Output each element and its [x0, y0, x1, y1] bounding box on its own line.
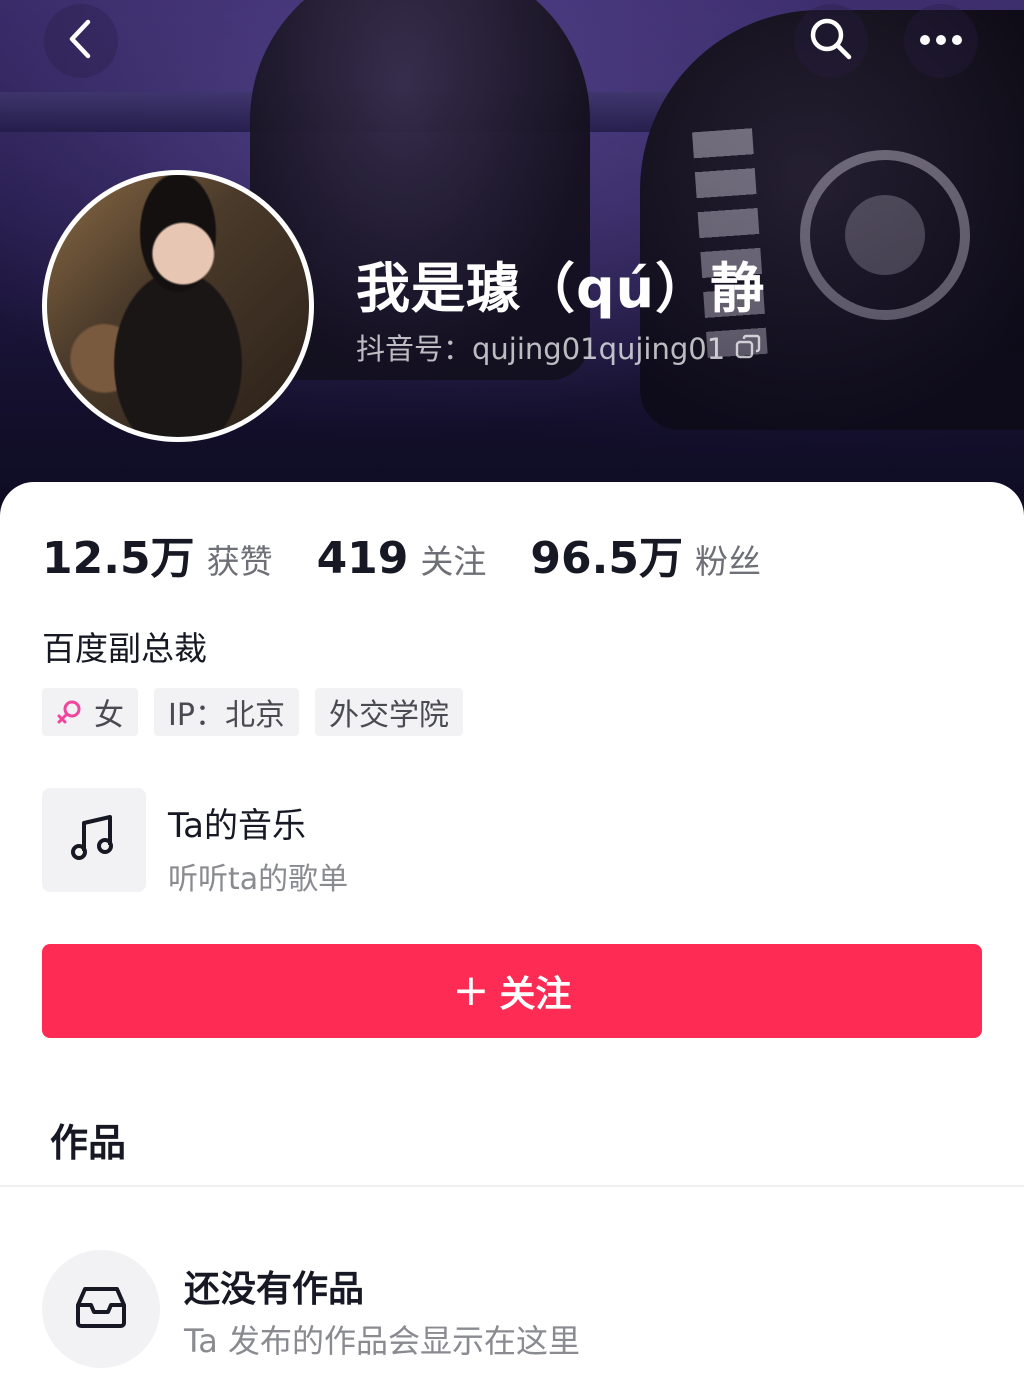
tag-school[interactable]: 外交学院: [314, 688, 463, 736]
follow-button[interactable]: + 关注: [42, 944, 982, 1038]
empty-state-icon-wrap: [42, 1250, 160, 1368]
empty-state-title: 还没有作品: [184, 1269, 365, 1310]
plus-icon: +: [452, 965, 490, 1016]
tag-gender: 女: [42, 688, 138, 736]
stat-likes[interactable]: 12.5万 获赞: [42, 522, 273, 586]
stat-label: 粉丝: [694, 542, 761, 581]
inbox-tray-icon: [72, 1285, 130, 1333]
divider: [0, 1185, 1024, 1187]
music-entry[interactable]: Ta的音乐 听听ta的歌单: [42, 788, 742, 897]
music-subtitle: 听听ta的歌单: [168, 862, 349, 897]
douyin-id-text: 抖音号：qujing01qujing01: [356, 332, 726, 366]
tag-gender-label: 女: [94, 698, 124, 733]
stat-label: 获赞: [206, 542, 273, 581]
douyin-id[interactable]: 抖音号：qujing01qujing01: [356, 326, 761, 368]
music-title: Ta的音乐: [168, 806, 306, 846]
profile-sheet: 12.5万 获赞 419 关注 96.5万 粉丝 百度副总裁 女 IP：北京 外…: [0, 482, 1024, 1375]
profile-bio: 百度副总裁: [42, 629, 207, 668]
more-button[interactable]: [904, 4, 978, 78]
search-button[interactable]: [794, 4, 868, 78]
stat-following[interactable]: 419 关注: [317, 533, 487, 584]
stats-row: 12.5万 获赞 419 关注 96.5万 粉丝: [42, 522, 805, 586]
follow-button-label: 关注: [499, 974, 572, 1015]
search-icon: [808, 16, 854, 66]
copy-icon[interactable]: [735, 334, 761, 360]
stat-value: 419: [316, 533, 409, 584]
avatar[interactable]: [42, 170, 314, 442]
music-note-icon: [70, 813, 118, 867]
back-button[interactable]: [44, 4, 118, 78]
stat-label: 关注: [420, 542, 487, 581]
stat-value: 12.5万: [42, 533, 195, 584]
profile-nickname: 我是璩（qú）静: [356, 257, 766, 320]
chevron-left-icon: [64, 19, 98, 63]
tag-ip-location: IP：北京: [154, 688, 299, 736]
stat-followers[interactable]: 96.5万 粉丝: [530, 522, 761, 586]
stat-value: 96.5万: [530, 533, 683, 584]
profile-tags: 女 IP：北京 外交学院: [42, 688, 479, 736]
empty-state-subtitle: Ta 发布的作品会显示在这里: [184, 1322, 581, 1360]
female-icon: [56, 699, 82, 725]
more-horizontal-icon: [918, 32, 964, 51]
music-icon-box: [42, 788, 146, 892]
works-tab[interactable]: 作品: [50, 1112, 126, 1167]
